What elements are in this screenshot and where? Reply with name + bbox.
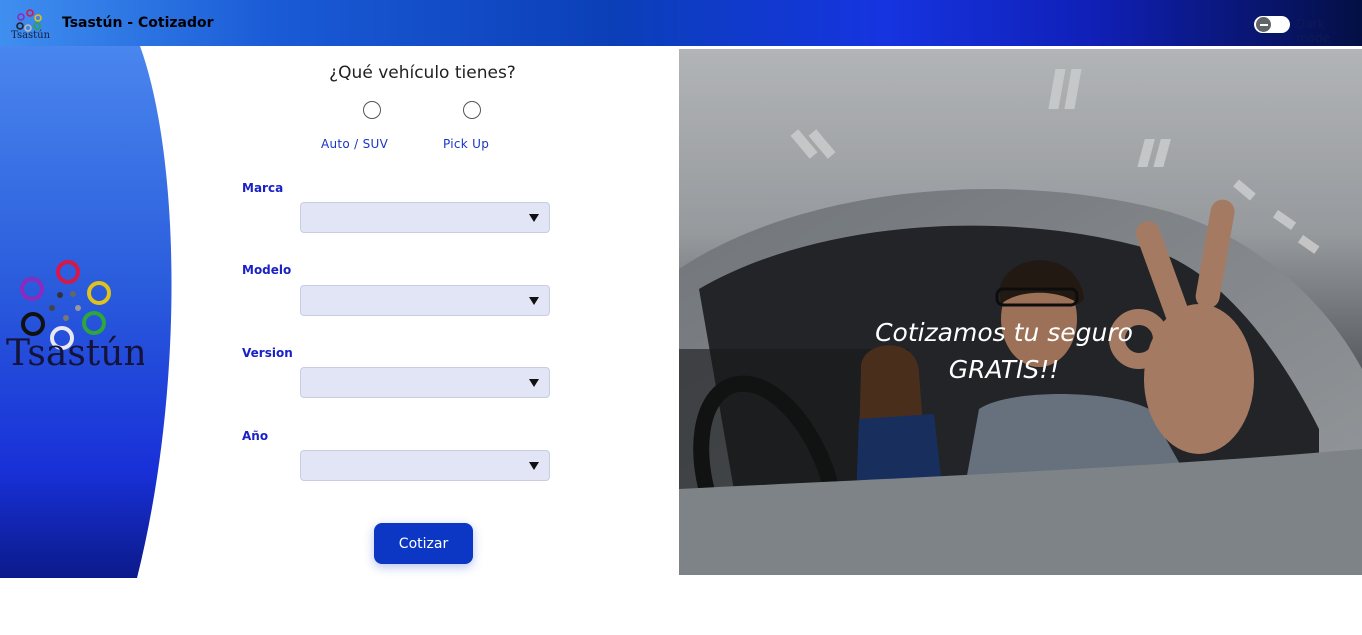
radio-pick-up[interactable] xyxy=(463,101,481,119)
version-label: Version xyxy=(242,346,293,360)
dropdown-arrow-icon xyxy=(529,214,539,222)
app-title: Tsastún - Cotizador xyxy=(62,15,214,31)
dropdown-arrow-icon xyxy=(529,462,539,470)
header-logo[interactable]: Tsastún xyxy=(10,8,50,40)
anio-select[interactable] xyxy=(300,450,550,481)
radio-label-auto-suv[interactable]: Auto / SUV xyxy=(321,137,388,151)
hero-tagline: Cotizamos tu seguro GRATIS!! xyxy=(679,314,1329,388)
toggle-knob xyxy=(1255,16,1272,33)
hero-image: Cotizamos tu seguro GRATIS!! xyxy=(679,49,1362,575)
anio-label: Año xyxy=(242,429,269,443)
dropdown-arrow-icon xyxy=(529,379,539,387)
dark-mode-toggle[interactable] xyxy=(1254,16,1290,33)
hero-line-2: GRATIS!! xyxy=(948,355,1060,384)
cotizar-button[interactable]: Cotizar xyxy=(374,523,473,564)
sidebar-logo-text: Tsastún xyxy=(6,333,144,374)
header-logo-text: Tsastún xyxy=(11,30,50,40)
hero-photo xyxy=(679,49,1362,575)
hero-line-1: Cotizamos tu seguro xyxy=(875,318,1133,347)
top-bar: Tsastún Tsastún - Cotizador Dark mode xyxy=(0,0,1362,46)
sidebar-logo: Tsastún xyxy=(6,260,144,374)
modelo-select[interactable] xyxy=(300,285,550,316)
dark-mode-label: Dark mode xyxy=(1296,17,1331,45)
radio-label-pick-up[interactable]: Pick Up xyxy=(443,137,489,151)
modelo-label: Modelo xyxy=(242,263,292,277)
radio-auto-suv[interactable] xyxy=(363,101,381,119)
marca-label: Marca xyxy=(242,181,284,195)
version-select[interactable] xyxy=(300,367,550,398)
dropdown-arrow-icon xyxy=(529,297,539,305)
marca-select[interactable] xyxy=(300,202,550,233)
